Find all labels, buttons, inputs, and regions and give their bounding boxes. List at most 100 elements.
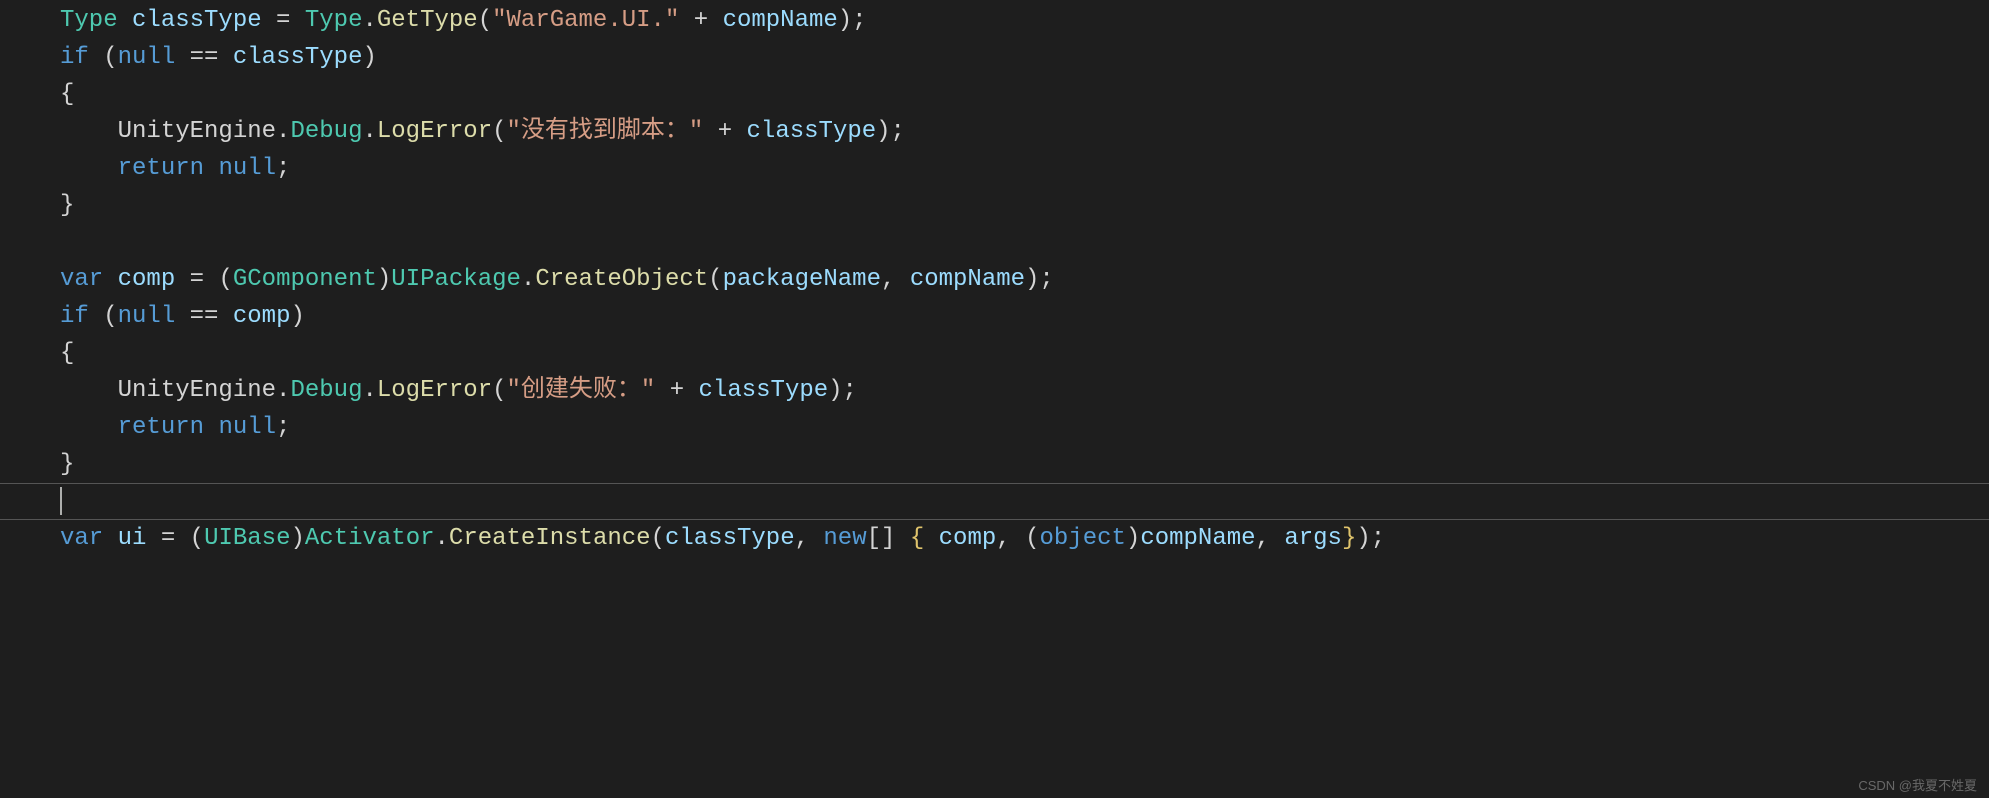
token-punct <box>655 377 669 404</box>
code-line[interactable]: return null; <box>60 409 1385 446</box>
token-namespace: UnityEngine <box>118 118 276 145</box>
token-punct: ( <box>204 266 233 293</box>
token-keyword: return <box>118 155 204 182</box>
code-line[interactable]: } <box>60 187 1385 224</box>
token-punct: ) <box>377 266 391 293</box>
token-punct: ) <box>290 525 304 552</box>
token-punct: , <box>1256 525 1285 552</box>
token-punct: ); <box>1356 525 1385 552</box>
token-punct <box>60 155 118 182</box>
token-punct: . <box>362 377 376 404</box>
token-var: comp <box>939 525 997 552</box>
code-editor[interactable]: Type classType = Type.GetType("WarGame.U… <box>0 0 1989 798</box>
code-line[interactable]: } <box>60 446 1385 483</box>
token-punct: , <box>795 525 824 552</box>
code-line[interactable]: Type classType = Type.GetType("WarGame.U… <box>60 2 1385 39</box>
token-var: packageName <box>723 266 881 293</box>
token-string: "创建失败：" <box>507 377 656 404</box>
token-punct: , ( <box>996 525 1039 552</box>
token-keyword: null <box>218 155 276 182</box>
token-punct: ) <box>1126 525 1140 552</box>
token-punct: . <box>276 118 290 145</box>
code-line[interactable]: { <box>60 76 1385 113</box>
token-method: GetType <box>377 7 478 34</box>
token-punct <box>204 414 218 441</box>
token-type: GComponent <box>233 266 377 293</box>
token-var: compName <box>1140 525 1255 552</box>
token-keyword: var <box>60 266 103 293</box>
token-punct: ; <box>276 414 290 441</box>
token-op: == <box>190 44 219 71</box>
token-punct: , <box>881 266 910 293</box>
watermark-text: CSDN @我夏不姓夏 <box>1858 775 1977 794</box>
token-punct <box>146 525 160 552</box>
token-type: UIPackage <box>391 266 521 293</box>
token-punct: ) <box>290 303 304 330</box>
token-method: LogError <box>377 118 492 145</box>
token-punct <box>262 7 276 34</box>
code-line[interactable]: if (null == comp) <box>60 298 1385 335</box>
token-var: compName <box>910 266 1025 293</box>
token-var: args <box>1284 525 1342 552</box>
token-punct: ( <box>478 7 492 34</box>
token-punct: ( <box>492 118 506 145</box>
token-keyword: object <box>1039 525 1125 552</box>
code-line[interactable]: var ui = (UIBase)Activator.CreateInstanc… <box>60 520 1385 557</box>
token-var: compName <box>723 7 838 34</box>
token-punct <box>60 118 118 145</box>
code-line[interactable]: if (null == classType) <box>60 39 1385 76</box>
token-var: ui <box>118 525 147 552</box>
token-keyword: null <box>218 414 276 441</box>
token-punct <box>290 7 304 34</box>
token-punct: [] <box>867 525 910 552</box>
token-punct: ; <box>276 155 290 182</box>
token-punct <box>175 303 189 330</box>
code-line[interactable]: { <box>60 335 1385 372</box>
token-punct: { <box>60 81 74 108</box>
code-line[interactable] <box>60 224 1385 261</box>
token-punct <box>103 525 117 552</box>
token-punct <box>175 44 189 71</box>
code-line[interactable] <box>60 483 1385 520</box>
token-op: = <box>276 7 290 34</box>
token-keyword: null <box>118 44 176 71</box>
token-punct <box>60 377 118 404</box>
token-var: comp <box>233 303 291 330</box>
token-punct <box>684 377 698 404</box>
token-punct: . <box>435 525 449 552</box>
token-punct: ( <box>89 303 118 330</box>
token-punct <box>60 414 118 441</box>
token-keyword: return <box>118 414 204 441</box>
token-op: + <box>670 377 684 404</box>
token-var: classType <box>132 7 262 34</box>
token-punct <box>708 7 722 34</box>
code-line[interactable]: var comp = (GComponent)UIPackage.CreateO… <box>60 261 1385 298</box>
token-op: = <box>161 525 175 552</box>
token-method: CreateInstance <box>449 525 651 552</box>
token-punct: ); <box>838 7 867 34</box>
token-type: UIBase <box>204 525 290 552</box>
token-namespace: UnityEngine <box>118 377 276 404</box>
token-string: "WarGame.UI." <box>492 7 679 34</box>
token-var: classType <box>665 525 795 552</box>
token-var: classType <box>747 118 877 145</box>
token-brace: } <box>1342 525 1356 552</box>
token-punct: ); <box>828 377 857 404</box>
code-line[interactable]: UnityEngine.Debug.LogError("创建失败：" + cla… <box>60 372 1385 409</box>
token-var: comp <box>118 266 176 293</box>
code-line[interactable]: return null; <box>60 150 1385 187</box>
token-string: "没有找到脚本：" <box>507 118 704 145</box>
token-punct <box>924 525 938 552</box>
token-type: Type <box>305 7 363 34</box>
code-line[interactable]: UnityEngine.Debug.LogError("没有找到脚本：" + c… <box>60 113 1385 150</box>
token-punct: ( <box>89 44 118 71</box>
token-punct <box>204 155 218 182</box>
token-punct: . <box>362 7 376 34</box>
token-punct: ); <box>1025 266 1054 293</box>
token-punct: } <box>60 451 74 478</box>
token-punct <box>218 303 232 330</box>
token-punct <box>118 7 132 34</box>
code-area[interactable]: Type classType = Type.GetType("WarGame.U… <box>0 0 1385 557</box>
token-type: Debug <box>290 377 362 404</box>
token-op: == <box>190 303 219 330</box>
